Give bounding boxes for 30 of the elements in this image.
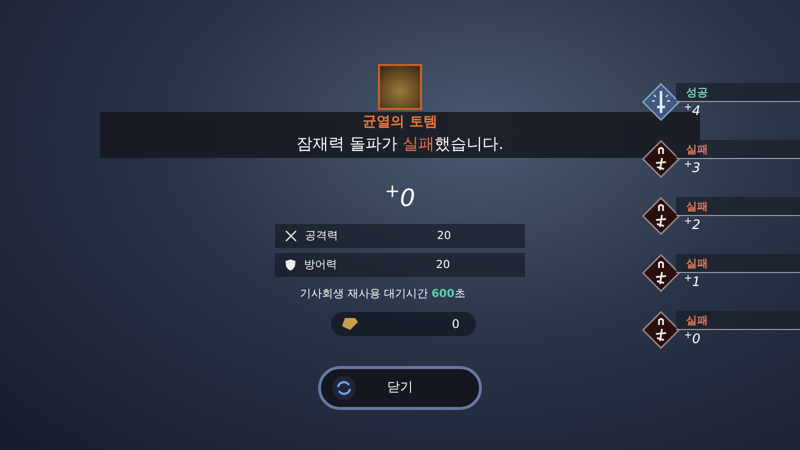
stat-label: 공격력 <box>305 228 339 244</box>
result-level: $^{+}$0 <box>684 331 700 348</box>
broken-sword-icon <box>642 197 680 235</box>
result-level: $^{+}$1 <box>684 274 700 291</box>
cost-amount: 0 <box>452 316 460 333</box>
result-level: $^{+}$4 <box>684 103 700 120</box>
shield-icon <box>285 259 296 271</box>
totem-item-icon <box>378 64 422 110</box>
broken-sword-icon <box>642 140 680 178</box>
result-level: $^{+}$2 <box>684 217 700 234</box>
refresh-icon <box>331 375 357 401</box>
result-label: 실패 <box>686 198 708 214</box>
result-label: 실패 <box>686 312 708 328</box>
crossed-swords-icon <box>285 230 297 242</box>
stat-value: 20 <box>437 228 451 244</box>
stat-value: 20 <box>436 256 450 273</box>
result-level: $^{+}$3 <box>684 160 700 177</box>
result-label: 실패 <box>686 256 708 270</box>
result-label: 실패 <box>686 142 708 156</box>
close-button[interactable]: 닫기 <box>318 366 482 410</box>
item-name: 균열의 토템 <box>362 114 438 128</box>
enhance-level: $^{+}$0 <box>384 186 416 210</box>
gem-icon <box>340 317 358 331</box>
broken-sword-icon <box>642 254 680 292</box>
result-message: 잠재력 돌파가 실패했습니다. <box>296 132 504 154</box>
broken-sword-icon <box>642 311 680 349</box>
sword-icon <box>642 83 680 121</box>
stat-label: 방어력 <box>304 256 338 273</box>
cooldown-text: 기사회생 재사용 대기시간 600초 <box>300 286 466 302</box>
result-label: 성공 <box>686 84 708 100</box>
